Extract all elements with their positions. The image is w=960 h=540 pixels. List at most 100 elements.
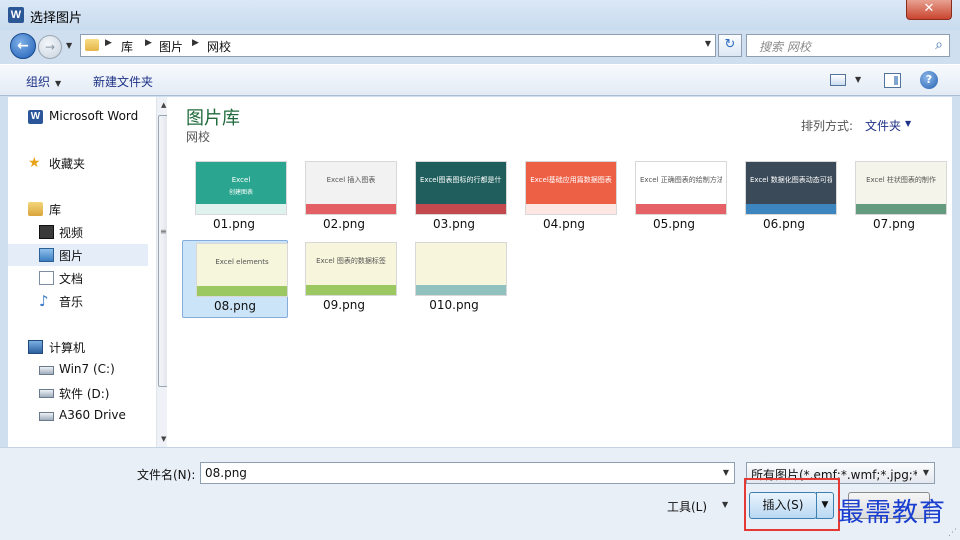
sidebar-item-libraries[interactable]: 库 [8, 198, 148, 220]
recent-pages-dropdown[interactable]: ▼ [66, 41, 72, 50]
thumbnail-caption: Excel 柱状图表的制作 [866, 176, 936, 184]
sidebar-item-pictures[interactable]: 图片 [8, 244, 148, 266]
image-thumbnail: Excel 创建图表 [196, 162, 286, 214]
sidebar-item-microsoft-word[interactable]: W Microsoft Word [8, 106, 148, 128]
video-icon [39, 225, 54, 239]
command-toolbar: 组织 ▼ 新建文件夹 ▼ ? [0, 64, 960, 96]
sidebar-item-music[interactable]: ♪ 音乐 [8, 290, 148, 312]
thumbnail-accent-band [636, 204, 726, 214]
sidebar-item-videos[interactable]: 视频 [8, 221, 148, 243]
file-thumbnail-item[interactable]: Excel 创建图表 01.png [182, 159, 288, 237]
breadcrumb-library[interactable]: 库 [121, 38, 133, 55]
search-placeholder: 搜索 网校 [759, 40, 811, 54]
navigation-bar: ← → ▼ ▶ 库 ▶ 图片 ▶ 网校 ▼ ↻ 搜索 网校 ⌕ [0, 30, 960, 62]
image-thumbnail: Excel基础应用篇数据图表 [526, 162, 616, 214]
new-folder-button[interactable]: 新建文件夹 [93, 73, 153, 90]
thumbnail-accent-band [306, 204, 396, 214]
file-thumbnail-item[interactable]: Excel 柱状图表的制作 07.png [842, 159, 948, 237]
close-button[interactable]: ✕ [906, 0, 952, 20]
cloud-drive-icon [39, 412, 54, 421]
pictures-icon [39, 248, 54, 262]
search-icon[interactable]: ⌕ [935, 37, 943, 53]
computer-icon [28, 340, 43, 354]
thumbnail-accent-band [306, 285, 396, 295]
watermark-text: 最需教育 [838, 498, 947, 528]
tools-menu[interactable]: 工具(L) [667, 498, 707, 515]
image-thumbnail: Excel 图表的数据标签 [306, 243, 396, 295]
thumbnail-accent-band [856, 204, 946, 214]
file-thumbnail-item[interactable]: 010.png [402, 240, 508, 318]
breadcrumb-wangxiao[interactable]: 网校 [207, 38, 231, 55]
music-icon: ♪ [39, 292, 49, 310]
thumbnail-subcaption: 创建图表 [228, 189, 253, 196]
arrange-by-label: 排列方式: [801, 119, 854, 133]
arrange-by-dropdown[interactable]: 文件夹 [865, 117, 901, 134]
file-thumbnail-item[interactable]: Excel 图表的数据标签 09.png [292, 240, 398, 318]
image-thumbnail: Excel elements [197, 244, 287, 296]
view-options-icon[interactable] [830, 74, 846, 86]
drive-icon [39, 366, 54, 375]
file-name-label: 08.png [214, 299, 256, 313]
file-name-label: 02.png [323, 217, 365, 231]
chevron-right-icon[interactable]: ▶ [145, 38, 152, 48]
word-app-icon: W [8, 7, 24, 23]
sidebar-item-computer[interactable]: 计算机 [8, 336, 148, 358]
file-name-label: 01.png [213, 217, 255, 231]
chevron-right-icon[interactable]: ▶ [192, 38, 199, 48]
chevron-right-icon[interactable]: ▶ [105, 38, 112, 48]
thumbnail-caption: Excel 插入图表 [326, 176, 376, 184]
resize-grip-icon[interactable]: ⋰ [948, 528, 957, 538]
filename-label: 文件名(N): [137, 468, 196, 482]
navigation-pane: W Microsoft Word ★ 收藏夹 库 视频 图片 文档 ♪ 音乐 计… [8, 97, 173, 447]
filename-dropdown-icon[interactable]: ▼ [723, 468, 729, 477]
file-name-label: 09.png [323, 298, 365, 312]
thumbnail-accent-band [196, 204, 286, 214]
window-title: 选择图片 [30, 11, 83, 26]
sidebar-item-drive-c[interactable]: Win7 (C:) [8, 359, 148, 381]
file-thumbnail-item[interactable]: Excel elements 08.png [182, 240, 288, 318]
thumbnail-accent-band [197, 286, 287, 296]
image-thumbnail: Excel 插入图表 [306, 162, 396, 214]
file-name-label: 010.png [429, 298, 479, 312]
filename-input[interactable]: 08.png ▼ [200, 462, 735, 484]
thumbnail-accent-band [416, 285, 506, 295]
scroll-down-arrow-icon[interactable]: ▼ [161, 435, 166, 443]
sidebar-item-a360-drive[interactable]: A360 Drive [8, 405, 148, 427]
organize-menu[interactable]: 组织 ▼ [26, 73, 61, 90]
file-thumbnail-item[interactable]: Excel 插入图表 02.png [292, 159, 398, 237]
forward-button[interactable]: → [38, 35, 62, 59]
sidebar-item-favorites[interactable]: ★ 收藏夹 [8, 152, 148, 174]
library-subtitle: 网校 [186, 130, 211, 144]
address-dropdown[interactable]: ▼ [705, 39, 711, 48]
file-list-pane: 图片库 网校 排列方式: 文件夹 ▼ Excel 创建图表 01.png Excel … [167, 97, 952, 447]
chevron-down-icon[interactable]: ▼ [923, 468, 929, 477]
title-bar: W 选择图片 ✕ [0, 0, 960, 30]
address-bar[interactable]: ▶ 库 ▶ 图片 ▶ 网校 ▼ [80, 34, 716, 57]
thumbnail-accent-band [526, 204, 616, 214]
help-icon[interactable]: ? [920, 71, 938, 89]
thumbnail-caption: Excel 正确图表的绘制方法 [640, 176, 722, 184]
file-thumbnail-item[interactable]: Excel基础应用篇数据图表 04.png [512, 159, 618, 237]
scroll-up-arrow-icon[interactable]: ▲ [161, 101, 166, 109]
back-button[interactable]: ← [10, 33, 36, 59]
image-thumbnail: Excel 正确图表的绘制方法 [636, 162, 726, 214]
breadcrumb-pictures[interactable]: 图片 [159, 38, 183, 55]
thumbnail-accent-band [746, 204, 836, 214]
thumbnail-caption: Excel基础应用篇数据图表 [530, 176, 612, 184]
file-thumbnail-item[interactable]: Excel图表图标的行都是什么 03.png [402, 159, 508, 237]
filename-value: 08.png [205, 466, 247, 480]
thumbnail-accent-band [416, 204, 506, 214]
file-thumbnail-item[interactable]: Excel 数据化图表动态可视 06.png [732, 159, 838, 237]
refresh-button[interactable]: ↻ [718, 34, 742, 57]
file-thumbnail-item[interactable]: Excel 正确图表的绘制方法 05.png [622, 159, 728, 237]
preview-pane-icon[interactable] [884, 73, 901, 88]
chevron-down-icon[interactable]: ▼ [722, 500, 728, 509]
thumbnail-caption: Excel [231, 176, 251, 184]
sidebar-item-documents[interactable]: 文档 [8, 267, 148, 289]
view-dropdown[interactable]: ▼ [855, 75, 861, 84]
chevron-down-icon[interactable]: ▼ [905, 119, 911, 128]
image-thumbnail [416, 243, 506, 295]
library-title: 图片库 [186, 108, 240, 129]
sidebar-item-drive-d[interactable]: 软件 (D:) [8, 382, 148, 404]
search-input[interactable]: 搜索 网校 ⌕ [746, 34, 950, 57]
